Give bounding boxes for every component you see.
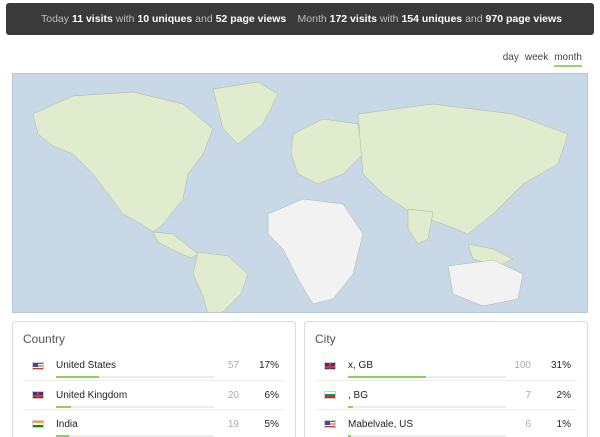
row-name-wrap: x, GB — [348, 360, 506, 378]
city-list: x, GB 100 31% , BG 7 2% Mabelvale, US 6 1% — [315, 351, 577, 437]
world-map-svg — [32, 81, 569, 313]
gb-flag-icon — [32, 391, 44, 399]
north-america-region[interactable] — [32, 91, 214, 233]
range-week-button[interactable]: week — [525, 52, 548, 67]
greenland-region[interactable] — [212, 81, 279, 145]
share-bar-fill — [348, 434, 351, 437]
share-bar — [348, 434, 506, 437]
range-day-button[interactable]: day — [503, 52, 519, 67]
us-flag-icon — [32, 361, 44, 370]
row-name-wrap: , BG — [348, 390, 506, 408]
country-list: United States 57 17% United Kingdom 20 6% Indi… — [23, 351, 285, 437]
row-percent: 2% — [556, 389, 571, 401]
bg-flag-icon — [324, 391, 336, 399]
month-pageviews: 970 page views — [485, 13, 562, 25]
today-uniques: 10 uniques — [137, 13, 193, 25]
row-name-wrap: United Kingdom — [56, 390, 214, 408]
row-name[interactable]: Mabelvale, US — [348, 419, 413, 430]
list-item[interactable]: United Kingdom 20 6% — [23, 380, 285, 409]
row-name-wrap: Mabelvale, US — [348, 419, 506, 437]
today-visits: 11 visits — [71, 13, 113, 25]
europe-region[interactable] — [290, 118, 364, 185]
row-name-wrap: United States — [56, 360, 214, 378]
row-percent: 5% — [264, 418, 279, 430]
range-month-button[interactable]: month — [554, 52, 582, 67]
row-name[interactable]: , BG — [348, 390, 368, 401]
row-count: 100 — [514, 360, 531, 371]
row-count: 57 — [227, 360, 239, 371]
asia-region[interactable] — [357, 103, 569, 235]
share-bar-fill — [56, 376, 99, 378]
share-bar — [348, 376, 506, 378]
in-flag-icon — [32, 420, 44, 428]
list-item[interactable]: Mabelvale, US 6 1% — [315, 409, 577, 437]
summary-bar: Today 11 visits with 10 uniques and 52 p… — [6, 3, 594, 35]
today-summary: Today 11 visits with 10 uniques and 52 p… — [41, 13, 286, 25]
list-item[interactable]: x, GB 100 31% — [315, 351, 577, 380]
share-bar — [56, 405, 214, 408]
row-name-wrap: India — [56, 419, 214, 437]
today-with-word: with — [115, 13, 135, 25]
share-bar-fill — [56, 405, 72, 408]
month-uniques: 154 uniques — [401, 13, 463, 25]
range-toggle: day week month — [503, 52, 582, 67]
share-bar-fill — [348, 405, 354, 408]
city-panel-title: City — [315, 332, 336, 346]
central-america-region[interactable] — [152, 231, 199, 259]
row-count: 19 — [227, 418, 239, 430]
share-bar — [56, 376, 214, 378]
country-panel: Country United States 57 17% United Kingdom… — [12, 321, 296, 437]
share-bar-fill — [348, 376, 427, 378]
row-name[interactable]: x, GB — [348, 360, 373, 371]
list-item[interactable]: United States 57 17% — [23, 351, 285, 380]
list-item[interactable]: , BG 7 2% — [315, 380, 577, 409]
row-name[interactable]: India — [56, 419, 78, 430]
share-bar-fill — [56, 434, 69, 437]
row-name[interactable]: United States — [56, 360, 116, 371]
share-bar — [56, 434, 214, 437]
row-percent: 17% — [258, 360, 279, 371]
south-america-region[interactable] — [192, 251, 249, 313]
month-and-word: and — [465, 13, 483, 25]
world-map[interactable] — [12, 73, 588, 313]
gb-flag-icon — [324, 361, 336, 370]
row-count: 6 — [525, 418, 531, 430]
share-bar — [348, 405, 506, 408]
us-flag-icon — [324, 420, 336, 428]
row-percent: 31% — [550, 360, 571, 371]
month-with-word: with — [379, 13, 399, 25]
city-panel: City x, GB 100 31% , BG 7 2% Mabelvale, US 6 1% — [304, 321, 588, 437]
today-pageviews: 52 page views — [215, 13, 287, 25]
list-item[interactable]: India 19 5% — [23, 409, 285, 437]
india-region[interactable] — [407, 208, 434, 245]
row-count: 20 — [227, 389, 239, 401]
row-name[interactable]: United Kingdom — [56, 390, 127, 401]
country-panel-title: Country — [23, 332, 66, 346]
today-and-word: and — [195, 13, 213, 25]
month-summary: Month 172 visits with 154 uniques and 97… — [298, 13, 562, 25]
row-count: 7 — [525, 389, 531, 401]
row-percent: 6% — [264, 389, 279, 401]
today-label: Today — [41, 13, 70, 25]
month-label: Month — [297, 13, 327, 25]
australia-region[interactable] — [447, 259, 524, 307]
row-percent: 1% — [556, 418, 571, 430]
africa-region[interactable] — [267, 198, 364, 305]
month-visits: 172 visits — [329, 13, 377, 25]
